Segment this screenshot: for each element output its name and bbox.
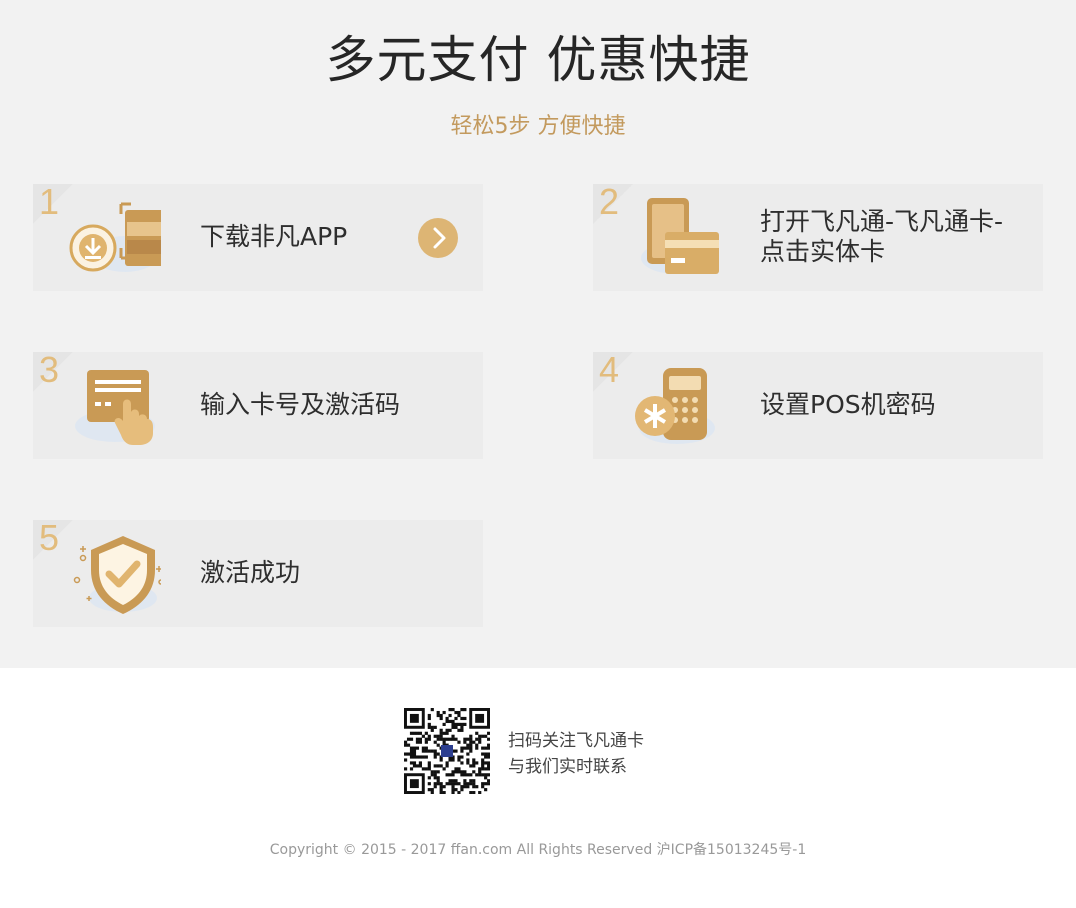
step-label: 输入卡号及激活码 (200, 390, 401, 419)
download-app-icon (69, 202, 161, 272)
copyright-text: Copyright © 2015 - 2017 ffan.com All Rig… (269, 842, 807, 858)
phone-card-icon (641, 198, 719, 274)
qr-caption-line1: 扫码关注飞凡通卡 (508, 731, 644, 751)
pos-terminal-icon (635, 368, 715, 444)
step-card-3: 3 输入卡号及激活码 (33, 352, 483, 459)
step-label-line2: 点击实体卡 (760, 237, 886, 266)
step-number: 1 (39, 181, 60, 222)
step-label: 打开飞凡通-飞凡通卡- 点击实体卡 (760, 207, 1040, 267)
step-card-2: 2 打开飞凡通-飞凡通卡- 点击实体卡 (593, 184, 1043, 291)
step-card-4: 4 设置POS机密码 (593, 352, 1043, 459)
step-card-1: 1 下载非凡APP (33, 184, 483, 291)
step-number: 4 (599, 349, 620, 390)
chevron-right-icon[interactable] (418, 218, 458, 258)
qr-caption: 扫码关注飞凡通卡 与我们实时联系 (508, 728, 644, 780)
step-number: 5 (39, 517, 60, 558)
page-title: 多元支付 优惠快捷 (325, 31, 751, 89)
step-label: 设置POS机密码 (760, 390, 936, 419)
chevron-right-glyph (433, 227, 446, 249)
step-card-5: 5 激活成功 (33, 520, 483, 627)
step-label-line1: 打开飞凡通-飞凡通卡- (760, 207, 1004, 236)
page-subtitle: 轻松5步 方便快捷 (450, 114, 626, 139)
step-number: 2 (599, 181, 620, 222)
step-label: 下载非凡APP (200, 222, 348, 251)
qr-code-image (404, 708, 490, 794)
step-number: 3 (39, 349, 60, 390)
card-tap-icon (75, 370, 155, 445)
shield-check-icon (73, 536, 161, 614)
qr-caption-line2: 与我们实时联系 (508, 757, 627, 777)
step-label: 激活成功 (200, 558, 301, 587)
